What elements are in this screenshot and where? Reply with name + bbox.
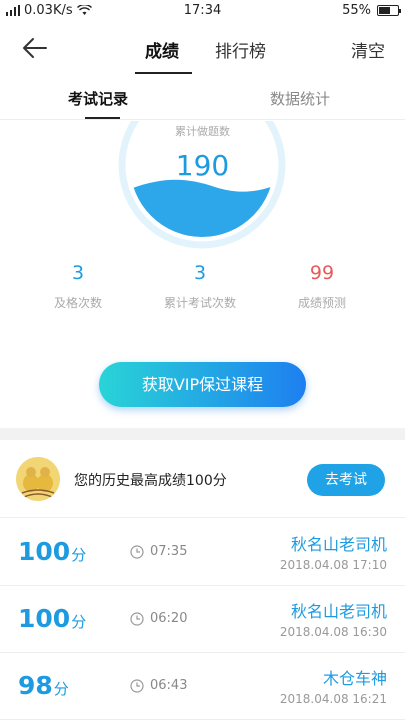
best-score-text: 您的历史最高成绩100分	[74, 473, 227, 489]
section-divider	[0, 428, 405, 440]
clock-icon	[130, 612, 144, 626]
back-button[interactable]	[20, 34, 50, 62]
arrow-left-icon	[23, 38, 47, 58]
stats-row: 3 及格次数 3 累计考试次数 99 成绩预测	[0, 262, 405, 322]
record-date: 2018.04.08 17:10	[279, 558, 387, 572]
list-item[interactable]: 100分 07:35 秋名山老司机 2018.04.08 17:10	[0, 519, 405, 586]
vip-course-button[interactable]: 获取VIP保过课程	[99, 362, 306, 407]
tab-score[interactable]: 成绩	[145, 37, 179, 62]
record-duration: 07:35	[150, 544, 188, 559]
header: 成绩 排行榜 清空	[0, 22, 405, 74]
stat-label: 及格次数	[53, 296, 102, 310]
battery-percent: 55%	[342, 3, 371, 18]
record-duration: 06:43	[150, 678, 188, 693]
gauge-label: 累计做题数	[175, 125, 230, 138]
tab-underline	[135, 72, 192, 74]
record-username: 秋名山老司机	[290, 535, 387, 554]
status-right: 55%	[342, 3, 401, 18]
status-bar: 0.03K/s 17:34 55%	[0, 0, 405, 22]
clear-button[interactable]: 清空	[351, 37, 385, 62]
tab-ranking[interactable]: 排行榜	[215, 37, 266, 62]
best-score-row: 您的历史最高成绩100分 去考试	[0, 440, 405, 518]
clock-icon	[130, 545, 144, 559]
list-item[interactable]: 98分 06:43 木仓车神 2018.04.08 16:21	[0, 653, 405, 720]
sub-tabs: 考试记录 数据统计	[0, 76, 405, 120]
record-duration: 06:20	[150, 611, 188, 626]
record-score: 98分	[18, 671, 69, 700]
clock-icon	[130, 679, 144, 693]
stat-value: 3	[193, 262, 207, 284]
battery-icon	[377, 5, 401, 16]
tab-exam-records[interactable]: 考试记录	[68, 88, 128, 109]
sub-tab-underline	[85, 117, 120, 119]
gauge-value: 190	[175, 149, 230, 182]
record-date: 2018.04.08 16:30	[279, 625, 387, 639]
stat-label: 累计考试次数	[163, 296, 236, 310]
avatar	[16, 457, 60, 501]
record-date: 2018.04.08 16:21	[279, 692, 387, 706]
avatar-figure-icon	[16, 457, 60, 501]
record-score: 100分	[18, 537, 87, 566]
gauge-circle	[118, 121, 286, 249]
tab-data-statistics[interactable]: 数据统计	[270, 88, 330, 109]
stat-exam-count: 3 累计考试次数	[140, 262, 260, 311]
record-username: 木仓车神	[322, 669, 387, 688]
record-score: 100分	[18, 604, 87, 633]
record-username: 秋名山老司机	[290, 602, 387, 621]
question-count-gauge: 累计做题数 190	[0, 121, 405, 251]
stat-pass-count: 3 及格次数	[18, 262, 138, 311]
list-item[interactable]: 100分 06:20 秋名山老司机 2018.04.08 16:30	[0, 586, 405, 653]
stat-label: 成绩预测	[297, 296, 346, 310]
take-exam-button[interactable]: 去考试	[307, 464, 385, 496]
stat-score-prediction: 99 成绩预测	[262, 262, 382, 311]
stat-value: 3	[71, 262, 85, 284]
stat-value: 99	[309, 262, 335, 284]
